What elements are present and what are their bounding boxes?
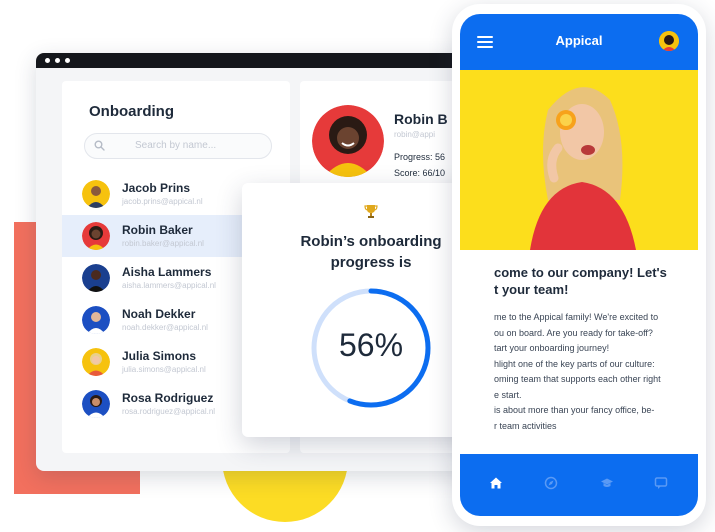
person-email: rosa.rodriguez@appical.nl <box>122 407 216 416</box>
compass-icon[interactable] <box>544 476 558 490</box>
avatar <box>82 348 110 376</box>
profile-name: Robin B <box>394 111 448 127</box>
welcome-body-line: ou on board. Are you ready for take-off? <box>494 327 653 338</box>
home-icon[interactable] <box>489 476 503 490</box>
person-email: robin.baker@appical.nl <box>122 239 204 248</box>
search-input[interactable]: Search by name... <box>84 133 272 159</box>
window-dot[interactable] <box>55 58 60 63</box>
person-name: Jacob Prins <box>122 181 191 195</box>
welcome-body-line: oming team that supports each other righ… <box>494 374 661 384</box>
welcome-hero-image <box>460 70 698 250</box>
person-email: jacob.prins@appical.nl <box>122 197 203 206</box>
phone-header: Appical <box>460 14 698 70</box>
avatar <box>82 180 110 208</box>
profile-progress: Progress: 56 <box>394 152 446 162</box>
person-email: aisha.lammers@appical.nl <box>122 281 216 290</box>
person-name: Julia Simons <box>122 349 197 363</box>
welcome-body-line: r team activities <box>494 420 557 431</box>
profile-email: robin@appi <box>394 130 436 139</box>
chat-icon[interactable] <box>654 476 668 490</box>
progress-value: 56% <box>338 327 404 363</box>
welcome-body-line: me to the Appical family! We're excited … <box>494 312 659 322</box>
phone-device: Appical come to our company! Let's t you… <box>452 4 706 526</box>
person-name: Robin Baker <box>122 223 193 237</box>
welcome-heading: come to our company! Let's t your team! <box>494 264 694 298</box>
person-email: julia.simons@appical.nl <box>122 365 206 374</box>
welcome-heading-line2: t your team! <box>494 282 569 297</box>
welcome-heading-line1: come to our company! Let's <box>494 265 667 280</box>
graduation-cap-icon[interactable] <box>600 476 614 490</box>
phone-screen: Appical come to our company! Let's t you… <box>460 14 698 516</box>
avatar <box>312 105 384 177</box>
avatar <box>82 306 110 334</box>
welcome-body-line: hlight one of the key parts of our cultu… <box>494 358 655 369</box>
welcome-body-line: tart your onboarding journey! <box>494 343 610 353</box>
window-dot[interactable] <box>65 58 70 63</box>
marketing-composition: Onboarding Search by name... Jacob Prins… <box>0 0 715 532</box>
avatar <box>82 264 110 292</box>
window-dot[interactable] <box>45 58 50 63</box>
person-name: Rosa Rodriguez <box>122 391 214 405</box>
avatar <box>82 390 110 418</box>
person-name: Noah Dekker <box>122 307 196 321</box>
person-email: noah.dekker@appical.nl <box>122 323 208 332</box>
avatar <box>82 222 110 250</box>
welcome-body-text: me to the Appical family! We're excited … <box>494 310 694 434</box>
window-titlebar <box>36 53 480 68</box>
person-name: Aisha Lammers <box>122 265 212 279</box>
search-icon <box>94 140 105 151</box>
welcome-body-line: e start. <box>494 389 522 400</box>
phone-bottom-nav <box>460 454 698 516</box>
avatar[interactable] <box>659 31 679 51</box>
profile-score: Score: 66/10 <box>394 168 446 178</box>
search-placeholder: Search by name... <box>135 140 217 151</box>
welcome-body-line: is about more than your fancy office, be… <box>494 405 655 415</box>
trophy-icon <box>364 205 378 218</box>
page-title: Onboarding <box>89 103 174 120</box>
